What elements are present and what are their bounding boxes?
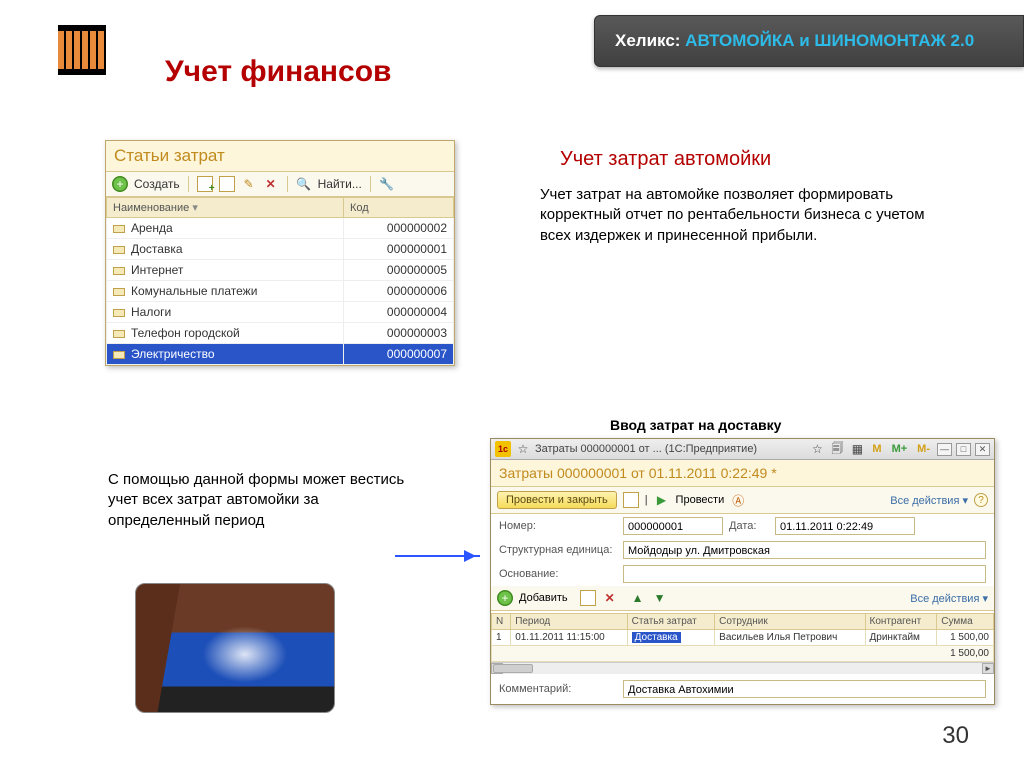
fav-icon[interactable]: ☆ (809, 441, 825, 457)
line-down-icon[interactable]: ▼ (652, 590, 668, 606)
table-row[interactable]: Доставка000000001 (107, 239, 454, 260)
m-minus-chip[interactable]: M- (914, 443, 933, 455)
carwash-photo (135, 583, 335, 713)
grid-icon[interactable]: ▦ (849, 441, 865, 457)
col-counterparty[interactable]: Контрагент (865, 614, 937, 630)
all-actions-link[interactable]: Все действия ▾ (890, 494, 968, 507)
item-cell-selected[interactable]: Доставка (632, 632, 681, 643)
unit-field[interactable]: Мойдодыр ул. Дмитровская (623, 541, 986, 559)
find-button[interactable]: Найти... (318, 177, 362, 191)
row-item-icon (113, 351, 125, 359)
expense-form-header: Затраты 000000001 от 01.11.2011 0:22:49 … (491, 460, 994, 487)
row-item-icon (113, 225, 125, 233)
unit-label: Структурная единица: (499, 544, 617, 556)
star-icon[interactable]: ☆ (515, 441, 531, 457)
post-button[interactable]: Провести (676, 494, 725, 506)
line-add-icon[interactable]: + (497, 590, 513, 606)
section-heading: Учет затрат автомойки (560, 148, 771, 171)
col-item[interactable]: Статья затрат (627, 614, 715, 630)
line-up-icon[interactable]: ▲ (630, 590, 646, 606)
settings-icon[interactable]: 🔧 (379, 176, 395, 192)
page-title: Учет финансов (165, 55, 391, 89)
minimize-button[interactable]: — (937, 443, 952, 456)
window-title: Затраты 000000001 от ... (1С:Предприятие… (535, 443, 805, 455)
expense-form-caption: Ввод затрат на доставку (610, 417, 781, 433)
expense-toolbar: Провести и закрыть | ▶ Провести Ⓐ Все де… (491, 487, 994, 514)
col-employee[interactable]: Сотрудник (715, 614, 865, 630)
h-scrollbar[interactable]: ◄ ► (491, 662, 994, 674)
scroll-right-icon[interactable]: ► (982, 663, 994, 674)
table-row[interactable]: Телефон городской000000003 (107, 323, 454, 344)
line-copy-icon[interactable] (580, 590, 596, 606)
table-row[interactable]: Налоги000000004 (107, 302, 454, 323)
comment-field[interactable]: Доставка Автохимии (623, 680, 986, 698)
date-label: Дата: (729, 520, 769, 532)
arrow-icon (395, 555, 480, 557)
row-item-icon (113, 330, 125, 338)
table-row[interactable]: Аренда000000002 (107, 218, 454, 239)
scroll-thumb[interactable] (493, 664, 533, 673)
row-item-icon (113, 288, 125, 296)
delete-icon[interactable]: ✕ (263, 176, 279, 192)
col-sum[interactable]: Сумма (937, 614, 994, 630)
total-row: 1 500,00 (492, 646, 994, 662)
window-titlebar[interactable]: 1c ☆ Затраты 000000001 от ... (1С:Предпр… (491, 439, 994, 460)
basis-label: Основание: (499, 568, 617, 580)
section-text: Учет затрат на автомойке позволяет форми… (540, 185, 950, 246)
cost-items-title: Статьи затрат (106, 141, 454, 172)
table-row[interactable]: Комунальные платежи000000006 (107, 281, 454, 302)
app-1c-icon: 1c (495, 441, 511, 457)
col-period[interactable]: Период (511, 614, 627, 630)
copy-icon[interactable] (197, 176, 213, 192)
add-icon[interactable]: + (112, 176, 128, 192)
date-field[interactable]: 01.11.2011 0:22:49 (775, 517, 915, 535)
badge-brand: АВТОМОЙКА и ШИНОМОНТАЖ 2.0 (685, 31, 974, 50)
report-icon[interactable]: Ⓐ (730, 492, 746, 508)
badge-prefix: Хеликс: (615, 31, 685, 50)
close-button[interactable]: ✕ (975, 443, 990, 456)
expense-lines-table: N Период Статья затрат Сотрудник Контраг… (491, 613, 994, 662)
table-row[interactable]: Интернет000000005 (107, 260, 454, 281)
calc-icon[interactable]: 🗐 (829, 441, 845, 457)
post-icon[interactable]: ▶ (654, 492, 670, 508)
cost-items-table: Наименование Код Аренда000000002Доставка… (106, 197, 454, 365)
col-name[interactable]: Наименование (107, 198, 344, 218)
search-icon[interactable]: 🔍 (296, 176, 312, 192)
number-label: Номер: (499, 520, 617, 532)
table-row[interactable]: Электричество000000007 (107, 344, 454, 365)
number-field[interactable]: 000000001 (623, 517, 723, 535)
row-item-icon (113, 309, 125, 317)
new-doc-icon[interactable] (219, 176, 235, 192)
product-badge: Хеликс: АВТОМОЙКА и ШИНОМОНТАЖ 2.0 (594, 15, 1024, 67)
add-line-button[interactable]: Добавить (519, 592, 568, 604)
col-code[interactable]: Код (343, 198, 453, 218)
comment-label: Комментарий: (499, 683, 617, 695)
row-item-icon (113, 246, 125, 254)
cost-items-toolbar: + Создать ✎ ✕ 🔍 Найти... 🔧 (106, 172, 454, 197)
maximize-button[interactable]: □ (956, 443, 971, 456)
total-value: 1 500,00 (492, 646, 994, 662)
m-chip[interactable]: M (869, 443, 884, 455)
lines-all-actions-link[interactable]: Все действия ▾ (910, 592, 988, 605)
table-row[interactable]: 1 01.11.2011 11:15:00 Доставка Васильев … (492, 630, 994, 646)
edit-icon[interactable]: ✎ (241, 176, 257, 192)
post-and-close-button[interactable]: Провести и закрыть (497, 491, 617, 509)
form-help-text: С помощью данной формы может вестись уче… (108, 470, 408, 531)
app-logo-icon (58, 25, 106, 75)
line-delete-icon[interactable]: ✕ (602, 590, 618, 606)
save-icon[interactable] (623, 492, 639, 508)
create-button[interactable]: Создать (134, 177, 180, 191)
help-icon[interactable]: ? (974, 493, 988, 507)
expense-form-window: 1c ☆ Затраты 000000001 от ... (1С:Предпр… (490, 438, 995, 705)
cost-items-panel: Статьи затрат + Создать ✎ ✕ 🔍 Найти... 🔧… (105, 140, 455, 366)
row-item-icon (113, 267, 125, 275)
m-plus-chip[interactable]: M+ (889, 443, 911, 455)
basis-field[interactable] (623, 565, 986, 583)
lines-toolbar: + Добавить ✕ ▲ ▼ Все действия ▾ (491, 586, 994, 611)
page-number: 30 (942, 722, 969, 750)
col-n[interactable]: N (492, 614, 511, 630)
